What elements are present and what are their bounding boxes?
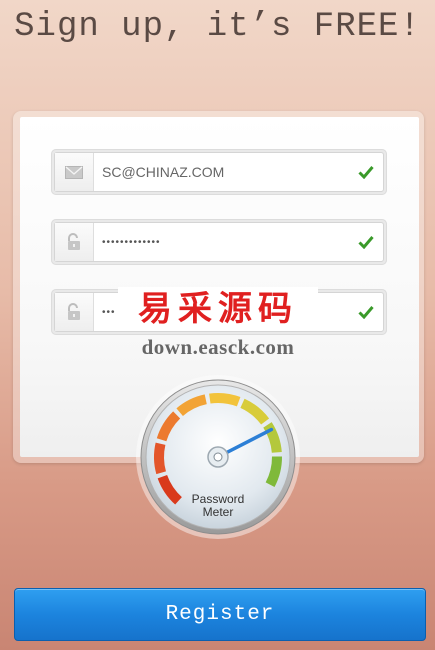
- password-field: [54, 222, 384, 262]
- register-button[interactable]: Register: [14, 588, 426, 641]
- email-input[interactable]: [94, 152, 349, 192]
- meter-label: Password Meter: [135, 493, 301, 519]
- watermark-chinese: 易采源码: [118, 287, 318, 331]
- password-input[interactable]: [94, 222, 349, 262]
- confirm-password-check-icon: [349, 305, 383, 319]
- email-check-icon: [349, 165, 383, 179]
- email-field-wrapper: [51, 149, 387, 195]
- envelope-icon: [55, 153, 94, 191]
- password-check-icon: [349, 235, 383, 249]
- padlock-icon: [55, 223, 94, 261]
- watermark-url: down.easck.com: [141, 335, 295, 359]
- page-title: Sign up, it’s FREE!: [14, 8, 421, 46]
- email-field: [54, 152, 384, 192]
- meter-label-line2: Meter: [202, 505, 234, 519]
- password-field-wrapper: [51, 219, 387, 265]
- padlock-icon: [55, 293, 94, 331]
